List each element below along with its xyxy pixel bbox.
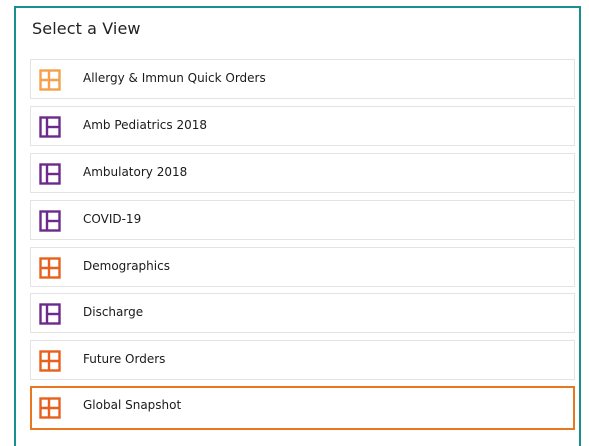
view-item-label: Ambulatory 2018 [83,164,188,179]
dialog-title: Select a View [32,19,141,38]
view-item[interactable]: COVID-19 [30,199,575,240]
quadrant-layout-icon [39,69,61,91]
view-item[interactable]: Discharge [30,293,575,334]
view-list: Allergy & Immun Quick Orders Amb Pediatri… [30,59,575,437]
view-item-label: Demographics [83,258,170,273]
view-item-label: Discharge [83,305,144,320]
view-item-label: Allergy & Immun Quick Orders [83,71,266,85]
split-layout-icon [39,303,61,326]
view-item[interactable]: Future Orders [30,340,575,381]
view-item[interactable]: Global Snapshot [30,386,575,431]
split-layout-icon [39,209,61,232]
view-item[interactable]: Amb Pediatrics 2018 [30,105,575,146]
split-layout-icon [39,116,61,138]
view-item-label: Future Orders [83,352,166,367]
quadrant-layout-icon [39,350,61,373]
split-layout-icon [39,163,61,185]
view-item[interactable]: Allergy & Immun Quick Orders [30,59,575,99]
quadrant-layout-icon [39,397,61,419]
select-view-dialog: Select a View Allergy & Immun Quick Orde… [14,6,581,446]
view-item[interactable]: Ambulatory 2018 [30,152,575,193]
view-item[interactable]: Demographics [30,246,575,287]
view-item-label: Amb Pediatrics 2018 [83,117,208,132]
view-item-label: COVID-19 [83,211,142,226]
view-item-label: Global Snapshot [83,398,182,413]
quadrant-layout-icon [39,256,61,279]
